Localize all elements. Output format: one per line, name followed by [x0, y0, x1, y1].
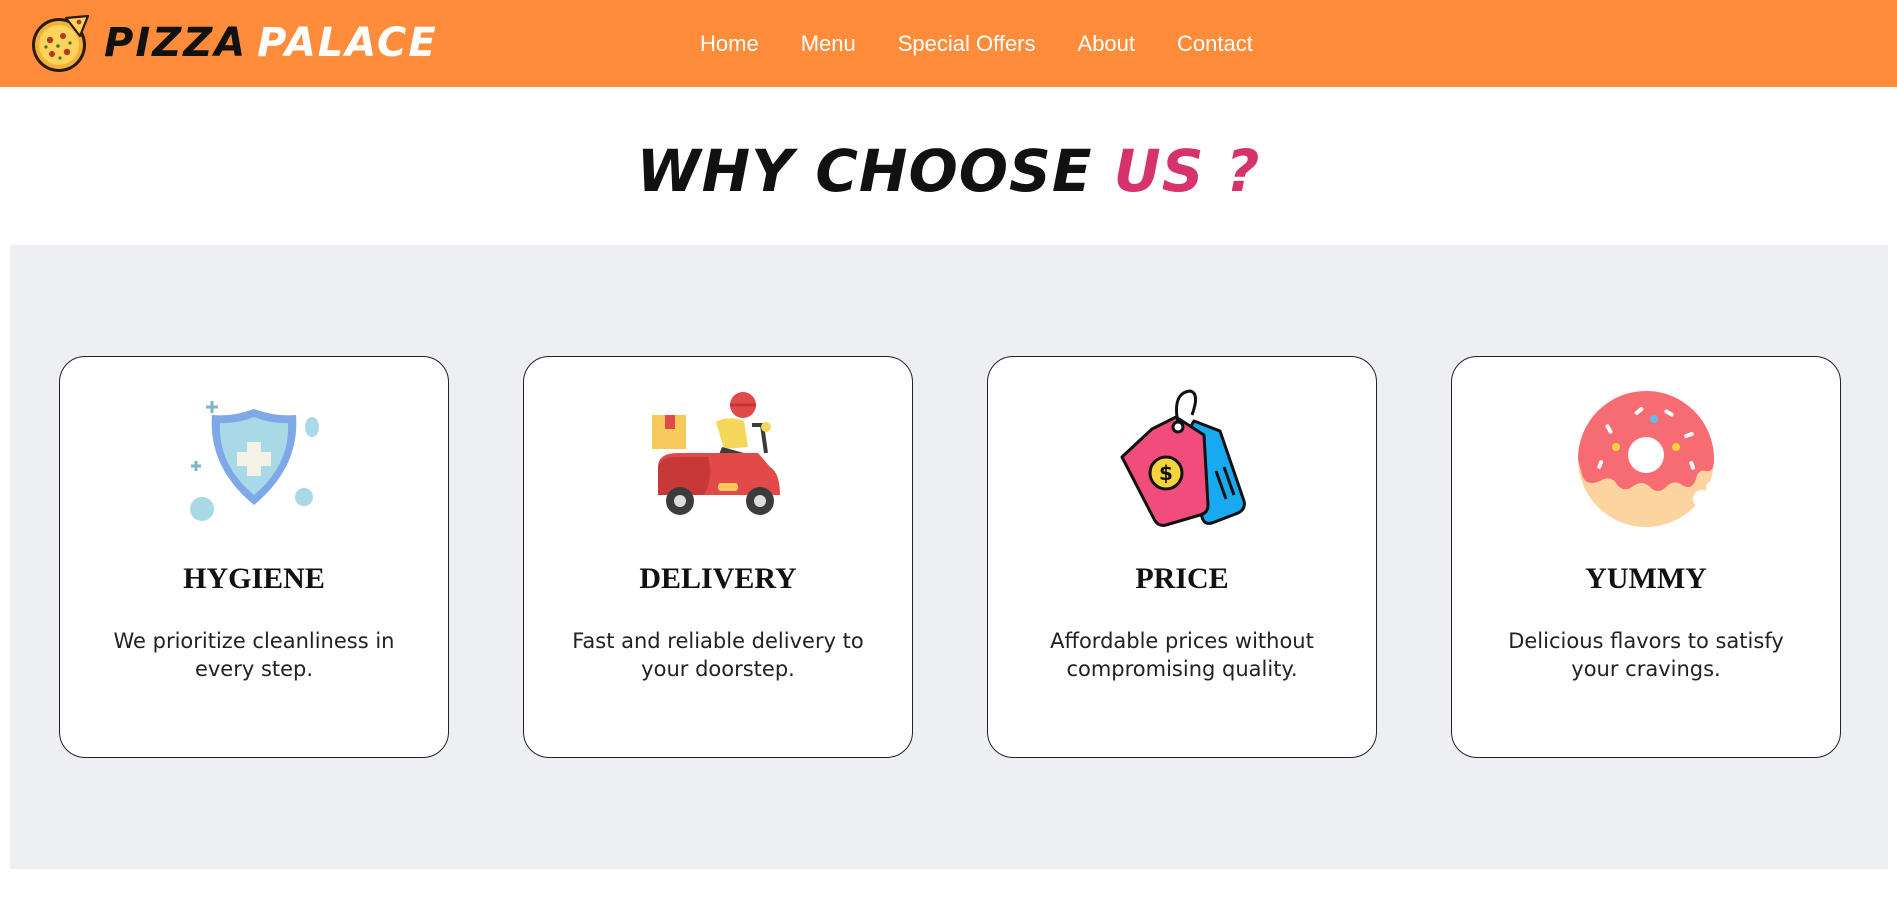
brand-name-word2: PALACE — [257, 20, 438, 66]
nav-about[interactable]: About — [1078, 31, 1136, 57]
feature-card-delivery: DELIVERY Fast and reliable delivery to y… — [523, 356, 913, 758]
nav-special-offers[interactable]: Special Offers — [898, 31, 1036, 57]
feature-title: PRICE — [1135, 562, 1229, 595]
feature-card-hygiene: HYGIENE We prioritize cleanliness in eve… — [59, 356, 449, 758]
nav-contact[interactable]: Contact — [1177, 31, 1253, 57]
price-tag-icon: $ — [1120, 389, 1246, 527]
features-panel: HYGIENE We prioritize cleanliness in eve… — [10, 245, 1888, 869]
brand-logo[interactable]: PIZZA PALACE — [30, 10, 438, 76]
feature-description: Delicious flavors to satisfy your cravin… — [1508, 629, 1784, 681]
shield-icon — [190, 401, 319, 521]
feature-description: Affordable prices without compromising q… — [1050, 629, 1314, 681]
feature-title: HYGIENE — [183, 562, 325, 595]
nav-home[interactable]: Home — [700, 31, 759, 57]
feature-title: YUMMY — [1585, 562, 1707, 595]
feature-description: Fast and reliable delivery to your doors… — [572, 629, 864, 681]
section-title: WHY CHOOSE US ? — [0, 137, 1897, 205]
donut-icon — [1578, 391, 1716, 527]
section-title-accent: US ? — [1113, 137, 1261, 205]
feature-card-yummy: YUMMY Delicious flavors to satisfy your … — [1451, 356, 1841, 758]
svg-text:$: $ — [1159, 461, 1173, 485]
main-nav: Home Menu Special Offers About Contact — [680, 0, 1295, 87]
nav-menu[interactable]: Menu — [801, 31, 856, 57]
delivery-scooter-icon — [652, 392, 780, 515]
navbar: PIZZA PALACE Home Menu Special Offers Abo… — [0, 0, 1897, 87]
brand-name-word1: PIZZA — [104, 20, 248, 66]
feature-title: DELIVERY — [639, 562, 797, 595]
feature-card-price: $ PRICE Affordable prices without compro… — [987, 356, 1377, 758]
pizza-icon — [32, 14, 90, 72]
section-title-main: WHY CHOOSE — [636, 137, 1114, 205]
feature-description: We prioritize cleanliness in every step. — [113, 629, 395, 681]
